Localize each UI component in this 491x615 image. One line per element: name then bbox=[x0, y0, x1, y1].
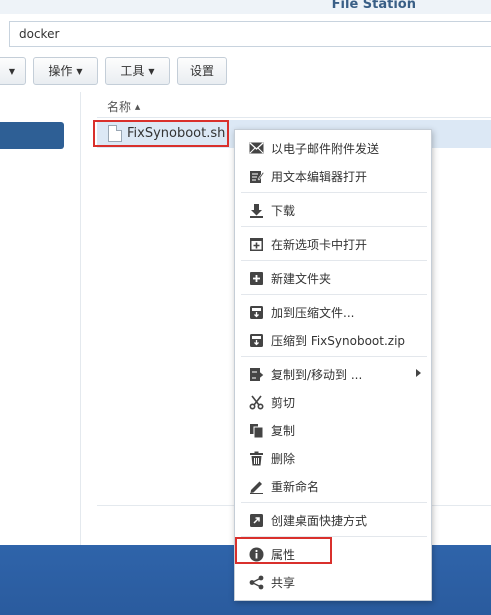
operate-label: 操作 bbox=[48, 64, 73, 78]
context-menu: 以电子邮件附件发送 用文本编辑器打开 下载 在新选项卡中打开 新建文件夹 加到压… bbox=[234, 129, 432, 601]
column-header[interactable]: 名称 ▲ bbox=[97, 92, 491, 118]
path-text: docker bbox=[19, 27, 60, 41]
menu-item-label: 以电子邮件附件发送 bbox=[271, 142, 380, 156]
settings-label: 设置 bbox=[189, 64, 214, 78]
view-dropdown-button[interactable]: ▼ bbox=[0, 57, 26, 85]
menu-item-label: 复制 bbox=[271, 424, 296, 438]
column-name-header[interactable]: 名称 ▲ bbox=[107, 98, 140, 115]
properties-highlight-box bbox=[235, 537, 332, 564]
archive-add-icon bbox=[248, 304, 264, 320]
menu-item-cut[interactable]: 剪切 bbox=[235, 390, 431, 414]
email-icon bbox=[248, 140, 264, 156]
column-name-label: 名称 bbox=[107, 100, 132, 114]
menu-separator bbox=[241, 226, 427, 227]
pencil-icon bbox=[248, 478, 264, 494]
sort-ascending-icon: ▲ bbox=[134, 103, 141, 111]
copy-move-icon bbox=[248, 366, 264, 382]
copy-icon bbox=[248, 422, 264, 438]
menu-item-share[interactable]: 共享 bbox=[235, 570, 431, 594]
chevron-down-icon: ▼ bbox=[76, 67, 83, 76]
menu-item-label: 用文本编辑器打开 bbox=[271, 170, 368, 184]
menu-item-copy-move[interactable]: 复制到/移动到 ... bbox=[235, 362, 431, 386]
window-titlebar: File Station bbox=[0, 0, 491, 14]
panel-divider bbox=[80, 92, 81, 545]
settings-button[interactable]: 设置 bbox=[177, 57, 227, 85]
new-tab-icon bbox=[248, 236, 264, 252]
share-icon bbox=[248, 574, 264, 590]
menu-separator bbox=[241, 356, 427, 357]
menu-item-label: 新建文件夹 bbox=[271, 272, 332, 286]
scissors-icon bbox=[248, 394, 264, 410]
trash-icon bbox=[248, 450, 264, 466]
menu-item-label: 复制到/移动到 ... bbox=[271, 368, 363, 382]
menu-item-open-new-tab[interactable]: 在新选项卡中打开 bbox=[235, 232, 431, 256]
menu-item-download[interactable]: 下载 bbox=[235, 198, 431, 222]
menu-item-label: 重新命名 bbox=[271, 480, 320, 494]
menu-item-new-folder[interactable]: 新建文件夹 bbox=[235, 266, 431, 290]
menu-separator bbox=[241, 260, 427, 261]
file-highlight-box bbox=[93, 120, 229, 147]
chevron-down-icon: ▼ bbox=[8, 67, 16, 76]
archive-icon bbox=[248, 332, 264, 348]
menu-item-delete[interactable]: 删除 bbox=[235, 446, 431, 470]
menu-item-label: 共享 bbox=[271, 576, 296, 590]
menu-item-label: 剪切 bbox=[271, 396, 296, 410]
edit-icon bbox=[248, 168, 264, 184]
menu-item-label: 删除 bbox=[271, 452, 296, 466]
window-title: File Station bbox=[331, 0, 416, 12]
path-bar[interactable]: docker bbox=[9, 21, 491, 47]
menu-item-copy[interactable]: 复制 bbox=[235, 418, 431, 442]
menu-separator bbox=[241, 502, 427, 503]
submenu-arrow-icon bbox=[416, 369, 421, 377]
tools-button[interactable]: 工具 ▼ bbox=[105, 57, 170, 85]
shortcut-icon bbox=[248, 512, 264, 528]
menu-separator bbox=[241, 294, 427, 295]
menu-item-open-text-editor[interactable]: 用文本编辑器打开 bbox=[235, 164, 431, 188]
sidebar-selected-item[interactable] bbox=[0, 122, 64, 149]
tools-label: 工具 bbox=[120, 64, 145, 78]
menu-item-label: 创建桌面快捷方式 bbox=[271, 514, 368, 528]
menu-item-create-shortcut[interactable]: 创建桌面快捷方式 bbox=[235, 508, 431, 532]
menu-item-label: 在新选项卡中打开 bbox=[271, 238, 368, 252]
download-icon bbox=[248, 202, 264, 218]
menu-item-label: 加到压缩文件... bbox=[271, 306, 355, 320]
menu-item-email[interactable]: 以电子邮件附件发送 bbox=[235, 136, 431, 160]
menu-item-label: 压缩到 FixSynoboot.zip bbox=[271, 334, 406, 348]
menu-separator bbox=[241, 192, 427, 193]
menu-item-label: 下载 bbox=[271, 204, 296, 218]
chevron-down-icon: ▼ bbox=[148, 67, 155, 76]
new-folder-icon bbox=[248, 270, 264, 286]
operate-button[interactable]: 操作 ▼ bbox=[33, 57, 98, 85]
menu-item-rename[interactable]: 重新命名 bbox=[235, 474, 431, 498]
sidebar bbox=[0, 92, 80, 545]
menu-item-add-to-archive[interactable]: 加到压缩文件... bbox=[235, 300, 431, 324]
menu-item-compress-to[interactable]: 压缩到 FixSynoboot.zip bbox=[235, 328, 431, 352]
